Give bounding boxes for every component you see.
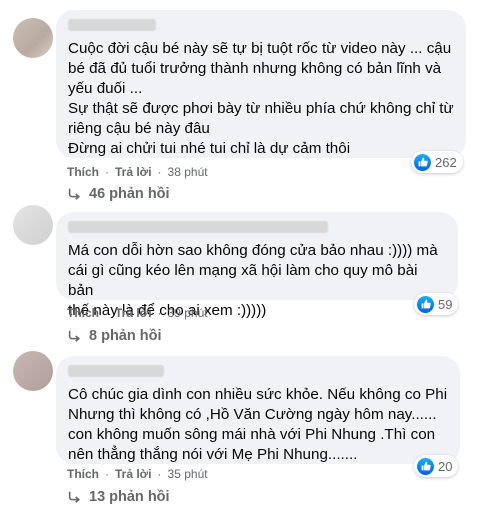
author-name[interactable] bbox=[68, 18, 454, 36]
reply-arrow-icon bbox=[68, 188, 81, 200]
reaction-badge[interactable]: 59 bbox=[414, 293, 459, 315]
view-replies-link[interactable]: 8 phản hồi bbox=[67, 328, 162, 344]
comment-line: Nhưng thì không có ,Hồ Văn Cường ngày hô… bbox=[68, 406, 437, 423]
comment-text: Cuộc đời cậu bé này sẽ tự bị tuột rốc từ… bbox=[68, 39, 454, 159]
separator-dot: · bbox=[105, 165, 109, 179]
reaction-badge[interactable]: 262 bbox=[411, 151, 463, 173]
like-count: 20 bbox=[438, 458, 453, 474]
replies-count: 13 phản hồi bbox=[89, 489, 170, 505]
reply-arrow-icon bbox=[68, 330, 81, 342]
comment-bubble: Má con dỗi hờn sao không đóng cửa bảo nh… bbox=[56, 212, 458, 319]
comment-line: Sự thật sẽ được phơi bày từ nhiều phía c… bbox=[68, 100, 454, 117]
timestamp[interactable]: 39 phút bbox=[168, 306, 208, 320]
like-button[interactable]: Thích bbox=[67, 306, 99, 320]
separator-dot: · bbox=[157, 467, 162, 481]
like-count: 262 bbox=[435, 154, 457, 170]
comment-actions: Thích · Trả lời · 35 phút bbox=[67, 467, 208, 481]
comment-line: Má con dỗi hờn sao không đóng cửa bảo nh… bbox=[68, 242, 438, 259]
reply-button[interactable]: Trả lời bbox=[115, 165, 152, 179]
comment-text: Cô chúc gia dình con nhiều sức khỏe. Nếu… bbox=[68, 385, 448, 465]
comment-line: cái gì cũng kéo lên mạng xã hội làm cho … bbox=[68, 262, 422, 299]
reply-button[interactable]: Trả lời bbox=[115, 467, 152, 481]
replies-count: 46 phản hồi bbox=[89, 186, 170, 202]
avatar[interactable] bbox=[13, 18, 53, 58]
comment-line: con không muốn sông mái nhà với Phi Nhun… bbox=[68, 426, 436, 443]
avatar[interactable] bbox=[13, 351, 53, 391]
timestamp[interactable]: 35 phút bbox=[168, 467, 208, 481]
like-count: 59 bbox=[438, 296, 453, 312]
comment-line: Cuộc đời cậu bé này sẽ tự bị tuột rốc từ… bbox=[68, 40, 452, 57]
reply-button[interactable]: Trả lời bbox=[115, 306, 152, 320]
avatar[interactable] bbox=[13, 205, 53, 245]
comment-bubble: Cuộc đời cậu bé này sẽ tự bị tuột rốc từ… bbox=[56, 10, 466, 158]
like-icon bbox=[417, 295, 434, 313]
comment-actions: Thích · Trả lời · 39 phút bbox=[67, 306, 208, 320]
separator-dot: · bbox=[157, 306, 162, 320]
separator-dot: · bbox=[105, 467, 109, 481]
comment-line: riêng cậu bé này đâu bbox=[68, 120, 210, 137]
like-icon bbox=[414, 153, 431, 171]
view-replies-link[interactable]: 13 phản hồi bbox=[67, 489, 170, 505]
reply-arrow-icon bbox=[68, 491, 81, 503]
comment-line: bé đã đủ tuổi trưởng thành nhưng không c… bbox=[68, 60, 442, 77]
comment-line: Cô chúc gia dình con nhiều sức khỏe. Nếu… bbox=[68, 386, 448, 403]
redacted-author bbox=[68, 365, 164, 377]
comment-actions: Thích · Trả lời · 38 phút bbox=[67, 165, 208, 179]
redacted-author bbox=[68, 221, 328, 233]
separator-dot: · bbox=[105, 306, 109, 320]
like-button[interactable]: Thích bbox=[67, 467, 99, 481]
timestamp[interactable]: 38 phút bbox=[168, 165, 208, 179]
author-name[interactable] bbox=[68, 220, 446, 238]
author-name[interactable] bbox=[68, 364, 448, 382]
comment-bubble: Cô chúc gia dình con nhiều sức khỏe. Nếu… bbox=[56, 356, 460, 464]
comment-line: Đừng ai chửi tui nhé tui chỉ là dự cảm t… bbox=[68, 140, 351, 157]
comment-line: yếu đuối ... bbox=[68, 80, 143, 97]
replies-count: 8 phản hồi bbox=[89, 328, 162, 344]
comment-line: nên thẳng thắng nói với Mẹ Phi Nhung....… bbox=[68, 446, 358, 463]
reaction-badge[interactable]: 20 bbox=[414, 455, 459, 477]
like-icon bbox=[417, 457, 434, 475]
view-replies-link[interactable]: 46 phản hồi bbox=[67, 186, 170, 202]
separator-dot: · bbox=[157, 165, 162, 179]
like-button[interactable]: Thích bbox=[67, 165, 99, 179]
redacted-author bbox=[68, 19, 156, 31]
